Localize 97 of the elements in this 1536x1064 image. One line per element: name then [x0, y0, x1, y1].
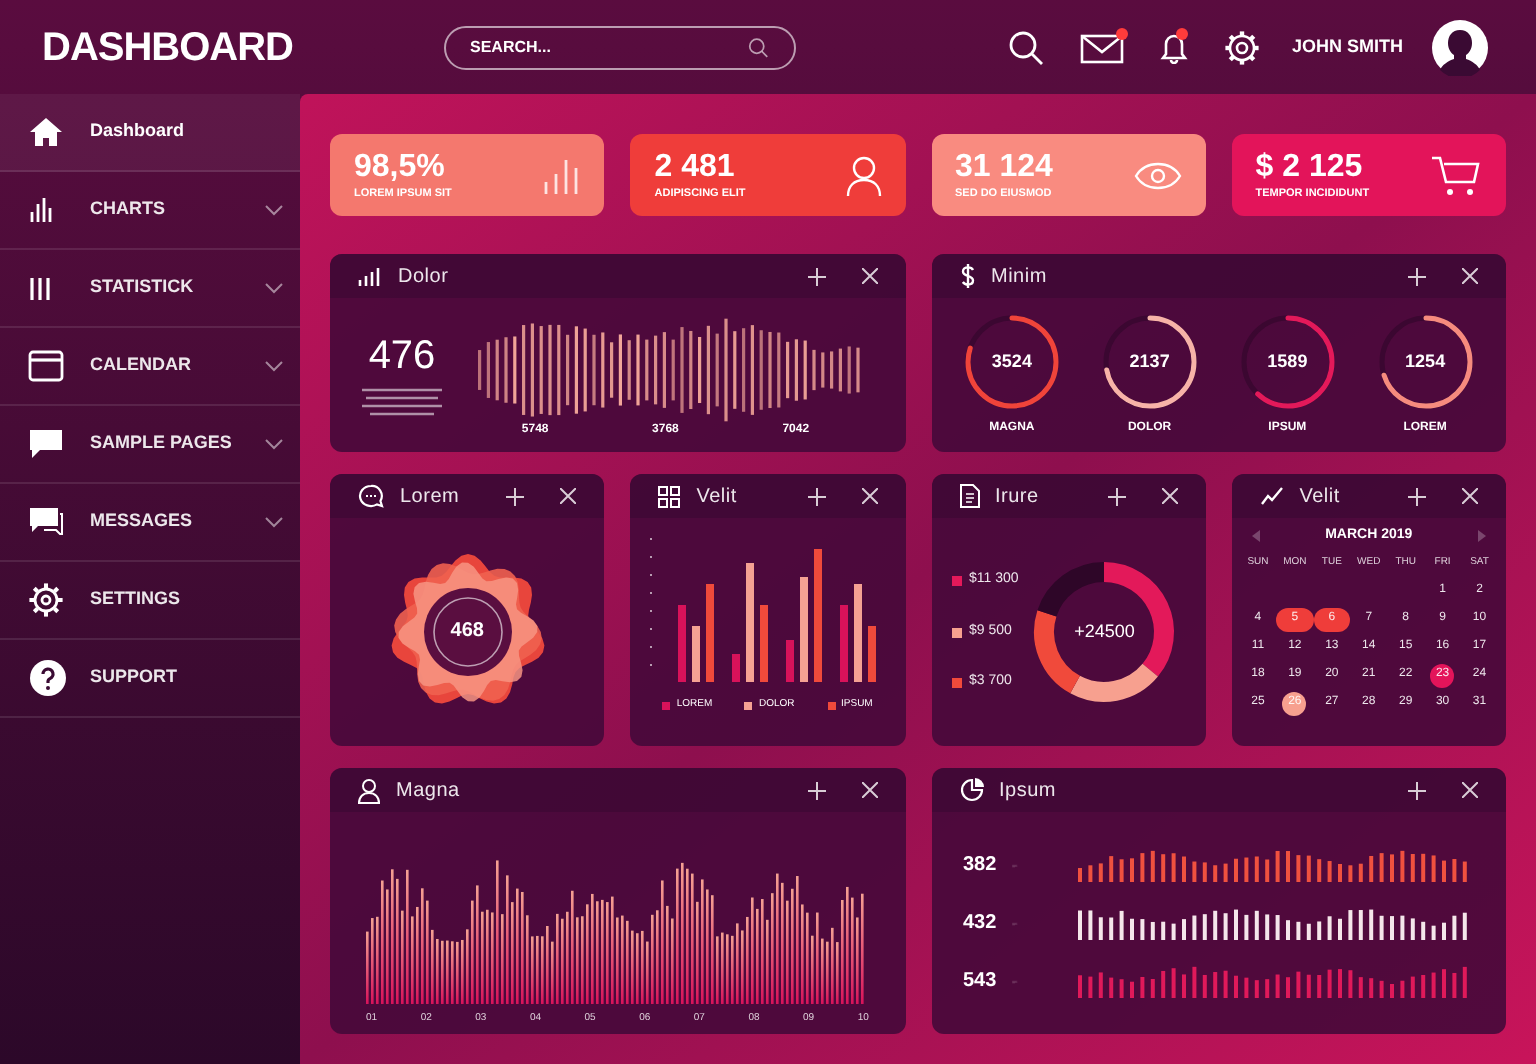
eye-icon [1133, 161, 1182, 189]
pie-chart-icon [959, 778, 983, 802]
user-name: JOHN SMITH [1292, 33, 1404, 60]
close-button[interactable] [1462, 268, 1478, 284]
gauge-value: 1254 [1405, 353, 1446, 371]
settings-icon [28, 582, 64, 618]
chevron-down-icon [264, 360, 284, 372]
add-button[interactable] [1408, 267, 1426, 285]
close-button[interactable] [861, 268, 877, 284]
panel-title: Irure [995, 483, 1041, 511]
plus-icon [807, 267, 825, 285]
close-button[interactable] [560, 488, 577, 504]
search-icon [748, 35, 770, 59]
add-button[interactable] [1107, 487, 1126, 505]
search-button[interactable] [1008, 29, 1044, 65]
chevron-down-icon [264, 204, 284, 216]
panel-title: Minim [991, 263, 1049, 291]
notifications-button[interactable] [1160, 30, 1188, 64]
chat-bubble-icon [358, 484, 384, 508]
mail-button[interactable] [1080, 31, 1124, 63]
add-button[interactable] [1408, 487, 1426, 505]
panel-title: Magna [396, 777, 462, 805]
app-title: DASHBOARD [40, 23, 295, 73]
settings-button[interactable] [1224, 29, 1260, 65]
add-button[interactable] [1408, 781, 1426, 799]
bar-chart-icon [28, 196, 56, 224]
stat-value: 98,5% [354, 149, 447, 185]
grid-icon [658, 485, 681, 507]
chevron-down-icon [264, 516, 284, 528]
add-button[interactable] [807, 267, 825, 285]
plus-icon [807, 781, 825, 799]
close-icon [861, 488, 877, 504]
plus-icon [506, 487, 525, 505]
chevron-down-icon [264, 438, 284, 450]
panel-title: Ipsum [999, 777, 1058, 805]
add-button[interactable] [807, 487, 825, 505]
close-button[interactable] [861, 488, 877, 504]
help-icon [28, 658, 68, 698]
settings-icon [1224, 29, 1260, 65]
add-button[interactable] [807, 781, 825, 799]
panel-title: Velit [696, 483, 739, 511]
close-button[interactable] [861, 782, 877, 798]
stat-value: 2 481 [654, 149, 737, 185]
panel-title: Dolor [398, 263, 451, 291]
panel-title: Velit [1299, 483, 1342, 511]
close-icon [1462, 488, 1478, 504]
search-input[interactable]: SEARCH... [470, 35, 733, 59]
metric-value: +24500 [1074, 623, 1135, 641]
bar-chart-icon [540, 155, 581, 195]
close-icon [861, 268, 877, 284]
speech-bubble-icon [28, 428, 64, 460]
calendar-icon [28, 350, 64, 382]
plus-icon [1408, 267, 1426, 285]
metric-value: 382 [963, 852, 997, 880]
panel-title: Lorem [400, 483, 462, 511]
close-button[interactable] [1462, 782, 1478, 798]
stat-value: $ 2 125 [1255, 149, 1365, 185]
person-icon [358, 777, 380, 803]
chat-bubbles-icon [28, 506, 64, 538]
chevron-down-icon [264, 282, 284, 294]
bar-chart-icon [358, 266, 382, 286]
left-arrow-icon [1251, 530, 1260, 543]
plus-icon [807, 487, 825, 505]
trend-line-icon [1259, 486, 1284, 506]
plus-icon [1408, 781, 1426, 799]
metric-value: 476 [368, 331, 436, 381]
close-button[interactable] [1462, 488, 1478, 504]
close-icon [861, 782, 877, 798]
envelope-icon [1080, 31, 1124, 63]
sidebar-item[interactable]: Dashboard [0, 94, 300, 172]
gauge-value: 1589 [1267, 353, 1308, 371]
add-button[interactable] [506, 487, 525, 505]
close-icon [1161, 488, 1178, 504]
plus-icon [1107, 487, 1126, 505]
person-icon [845, 153, 881, 197]
search-field[interactable]: SEARCH... [444, 25, 796, 69]
plus-icon [1408, 487, 1426, 505]
close-icon [560, 488, 577, 504]
metric-value: 468 [450, 622, 484, 642]
metric-value: 543 [963, 968, 997, 996]
right-arrow-icon [1477, 530, 1486, 543]
document-icon [959, 484, 979, 508]
close-icon [1462, 782, 1478, 798]
shopping-cart-icon [1430, 153, 1482, 197]
sidebar-item[interactable]: SUPPORT [0, 640, 300, 718]
close-button[interactable] [1161, 488, 1178, 504]
metric-value: 432 [963, 910, 997, 938]
gauge-value: 3524 [991, 353, 1032, 371]
stat-value: 31 124 [955, 149, 1053, 185]
search-icon [1008, 29, 1044, 65]
avatar-icon[interactable] [1431, 19, 1488, 75]
dollar-icon [959, 264, 975, 288]
bars-icon [28, 274, 56, 302]
close-icon [1462, 268, 1478, 284]
home-icon [28, 116, 64, 148]
gauge-value: 2137 [1129, 353, 1170, 371]
bell-icon [1160, 30, 1188, 64]
